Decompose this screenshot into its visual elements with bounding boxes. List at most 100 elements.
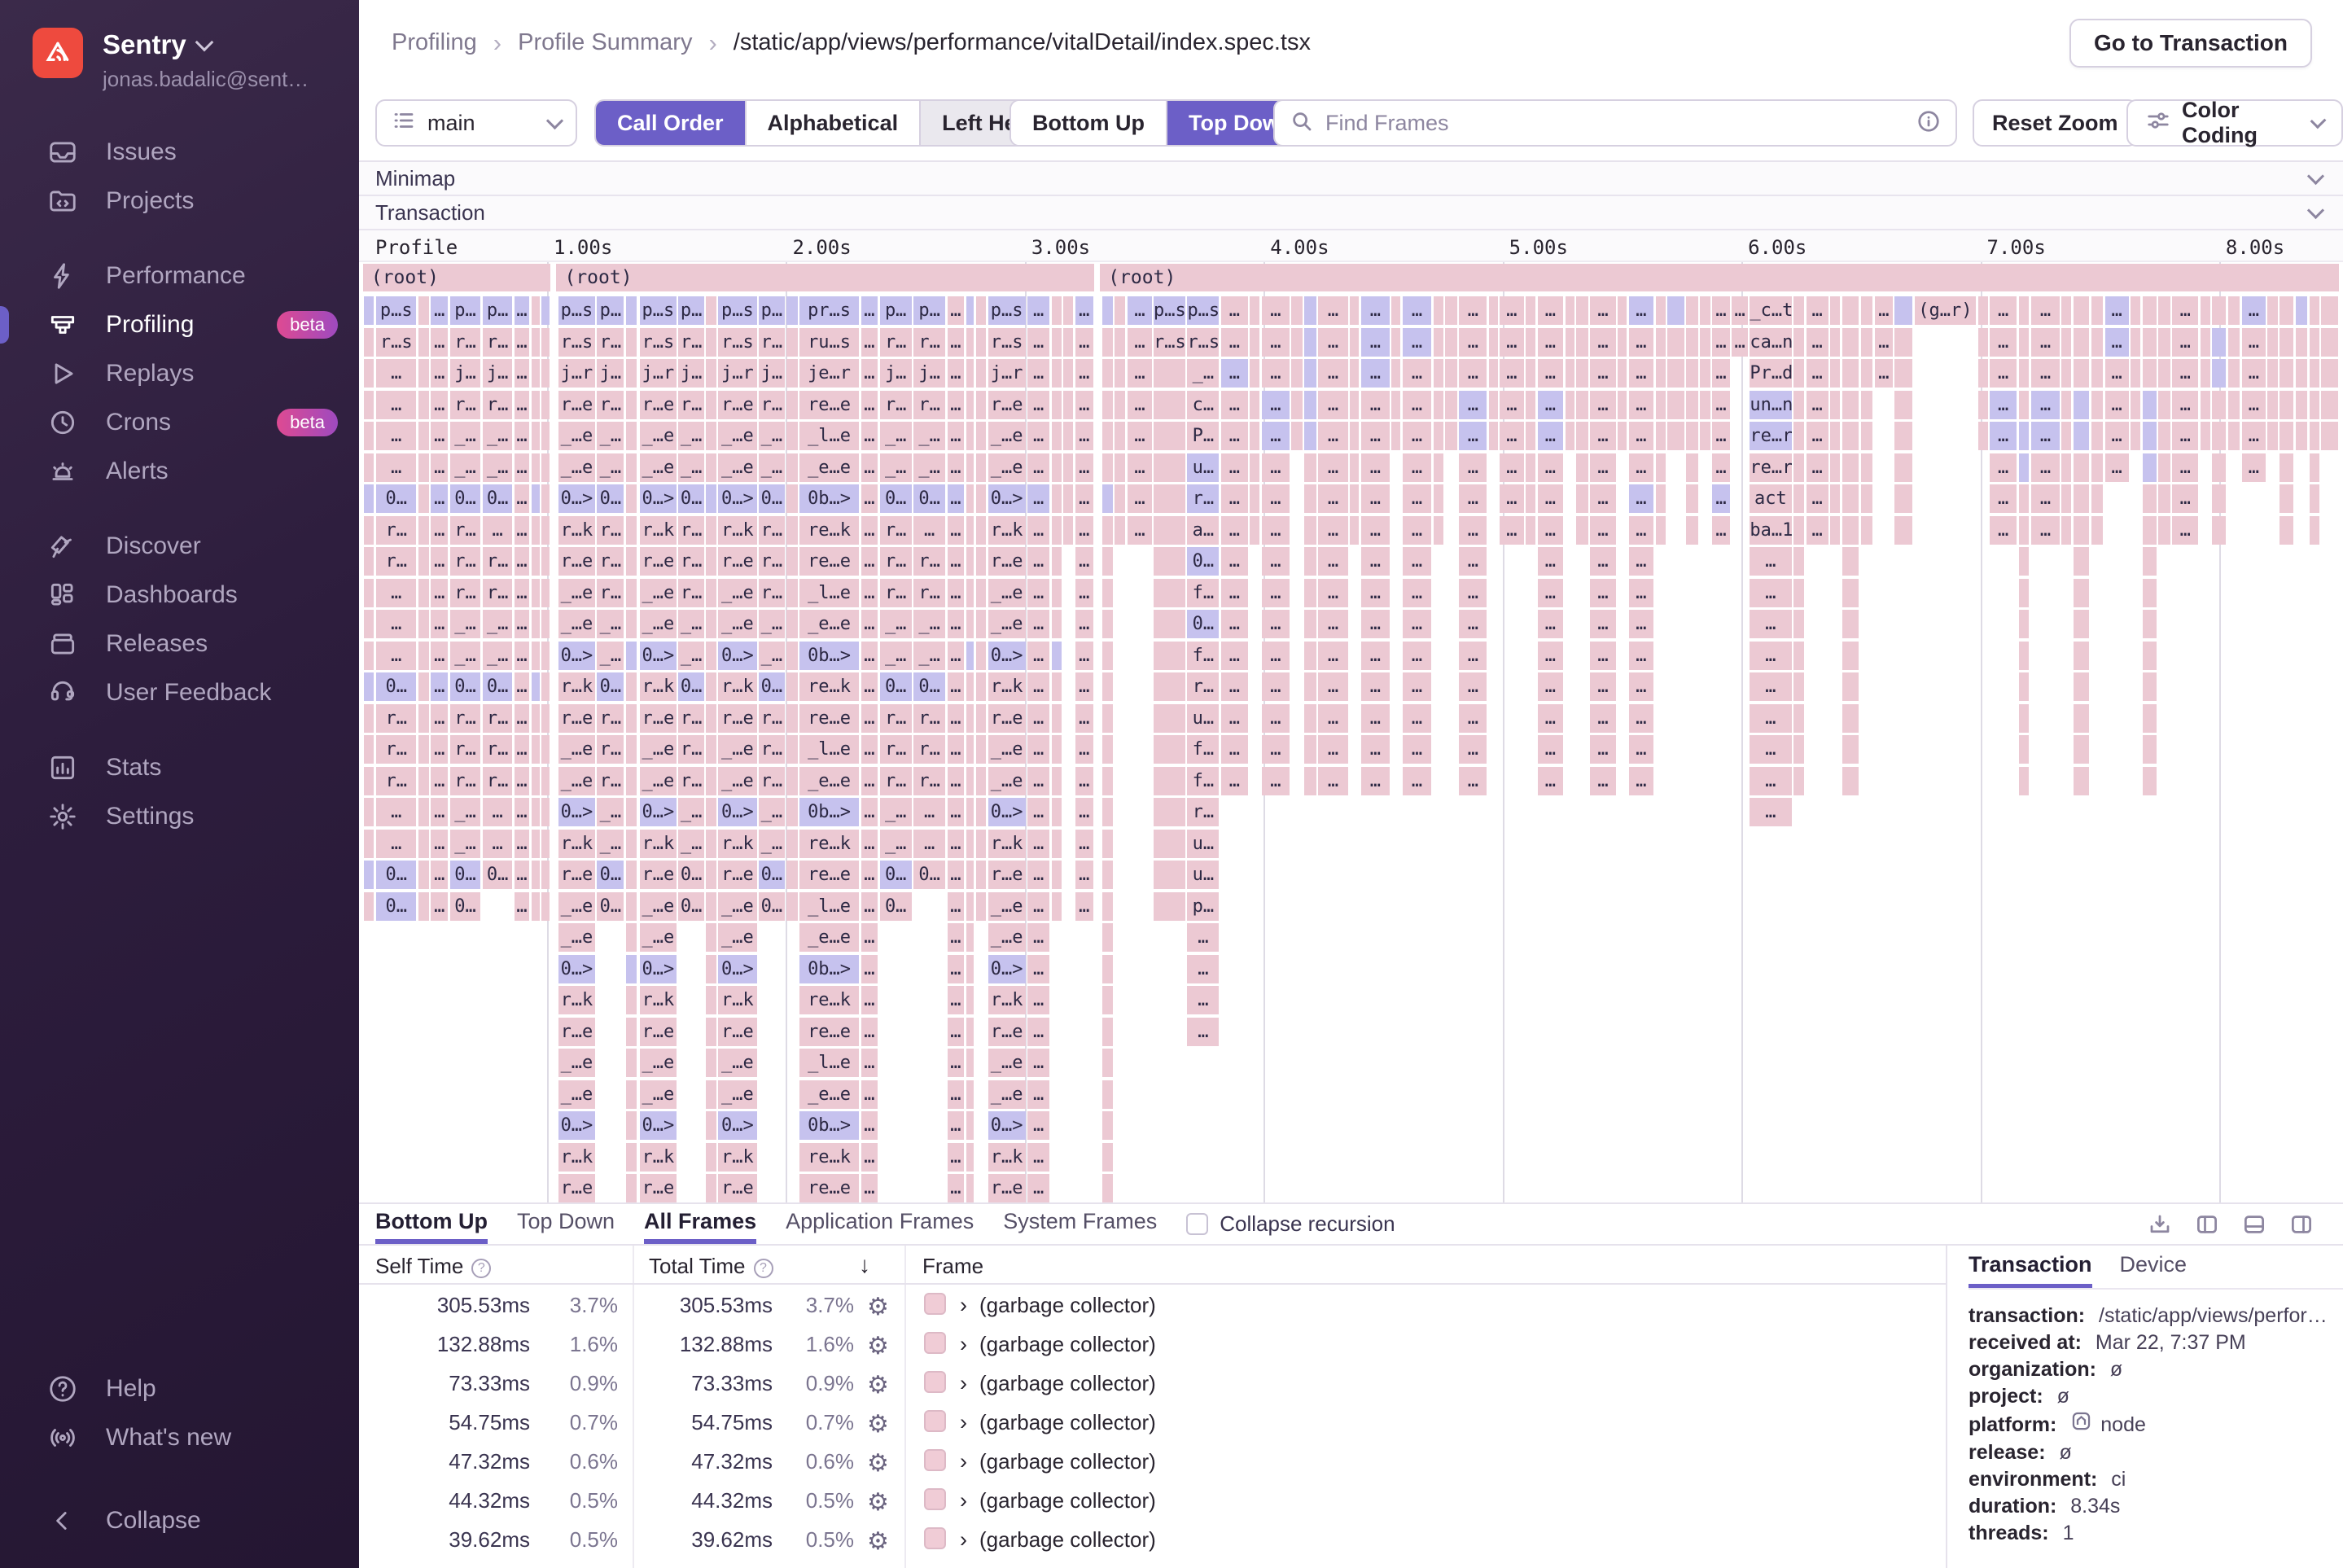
frame-header[interactable]: Frame [922, 1254, 983, 1279]
flame-frame[interactable]: _… [597, 453, 624, 482]
flame-frame[interactable]: r…k [718, 672, 757, 701]
flame-frame[interactable] [706, 861, 716, 889]
flame-frame[interactable]: _l…e [799, 892, 859, 921]
flame-frame[interactable]: … [431, 547, 448, 576]
flame-frame[interactable]: re…e [799, 1018, 859, 1046]
flame-frame[interactable] [706, 767, 716, 795]
flame-frame[interactable]: … [515, 704, 529, 733]
flame-frame[interactable]: … [861, 861, 878, 889]
flame-frame[interactable] [1489, 422, 1498, 450]
flame-frame[interactable]: j…r [558, 359, 595, 388]
flame-frame[interactable]: _…e [718, 767, 757, 795]
flame-frame[interactable] [1250, 484, 1259, 513]
flame-frame[interactable] [2212, 484, 2226, 513]
flame-frame[interactable] [966, 1174, 974, 1202]
flame-frame[interactable] [1102, 547, 1113, 576]
flame-frame[interactable]: … [515, 861, 529, 889]
flame-frame[interactable] [1115, 296, 1124, 325]
segment-alphabetical[interactable]: Alphabetical [745, 101, 920, 145]
flame-frame[interactable] [2267, 391, 2277, 419]
flame-frame[interactable]: r…e [718, 547, 757, 576]
flame-frame[interactable]: … [1590, 391, 1616, 419]
flame-frame[interactable] [2228, 391, 2240, 419]
thread-select[interactable]: main [375, 99, 577, 147]
flame-frame[interactable]: … [1221, 767, 1248, 795]
flame-frame[interactable]: … [1075, 422, 1093, 450]
sentry-logo-icon[interactable] [33, 28, 83, 78]
flame-frame[interactable] [532, 453, 540, 482]
flame-frame[interactable] [2158, 422, 2170, 450]
flame-frame[interactable] [2143, 610, 2157, 638]
flame-frame[interactable]: _… [597, 830, 624, 858]
flame-frame[interactable]: p…s [558, 296, 595, 325]
flame-frame[interactable] [2310, 516, 2319, 545]
frame-settings-gear-icon[interactable]: ⚙ [867, 1527, 889, 1556]
flame-frame[interactable]: … [948, 1111, 965, 1140]
flame-frame[interactable]: r…e [640, 861, 677, 889]
flame-frame[interactable] [626, 359, 637, 388]
flame-frame[interactable]: … [431, 579, 448, 607]
flame-frame[interactable] [1102, 391, 1113, 419]
flame-frame[interactable]: j… [913, 359, 945, 388]
flame-frame[interactable] [1304, 642, 1316, 670]
flame-frame[interactable] [1052, 892, 1062, 921]
flame-frame[interactable] [1350, 516, 1359, 545]
flame-frame[interactable]: … [1075, 861, 1093, 889]
flame-frame[interactable]: r… [450, 704, 481, 733]
flame-frame[interactable]: p…s [1154, 296, 1185, 325]
flame-frame[interactable]: … [1262, 704, 1290, 733]
flame-frame[interactable] [626, 547, 637, 576]
flame-frame[interactable] [1566, 328, 1574, 357]
flame-frame[interactable]: r… [376, 704, 416, 733]
flame-frame[interactable]: … [1403, 516, 1431, 545]
flame-frame[interactable] [1304, 391, 1316, 419]
flame-frame[interactable]: … [483, 516, 513, 545]
flame-frame[interactable]: … [431, 767, 448, 795]
flame-frame[interactable]: … [1990, 422, 2017, 450]
flame-frame[interactable]: … [861, 1080, 878, 1109]
flame-frame[interactable]: p… [483, 296, 513, 325]
flame-frame[interactable]: r… [483, 328, 513, 357]
flame-frame[interactable]: … [1807, 391, 1828, 419]
flame-frame[interactable] [1793, 767, 1804, 795]
layout-bottom-panel-icon[interactable] [2242, 1212, 2266, 1237]
flame-frame[interactable]: … [1221, 328, 1248, 357]
flame-frame[interactable]: … [861, 296, 878, 325]
org-switcher[interactable]: Sentry [103, 29, 309, 60]
flame-frame[interactable] [364, 391, 374, 419]
flame-frame[interactable]: r… [678, 391, 704, 419]
flame-frame[interactable] [626, 642, 637, 670]
tab-application-frames[interactable]: Application Frames [786, 1204, 974, 1244]
table-row[interactable]: 305.53ms3.7%305.53ms3.7%⚙›(garbage colle… [359, 1285, 1946, 1324]
flame-frame[interactable] [1861, 484, 1873, 513]
flame-frame[interactable] [976, 453, 986, 482]
flame-frame[interactable]: _…e [558, 735, 595, 764]
flame-frame[interactable]: … [1807, 359, 1828, 388]
flame-frame[interactable] [976, 328, 986, 357]
flame-frame[interactable]: 0… [483, 861, 513, 889]
flame-frame[interactable]: … [1027, 1174, 1049, 1202]
flame-frame[interactable]: … [1075, 610, 1093, 638]
flame-frame[interactable]: 0…> [988, 1111, 1026, 1140]
flame-frame[interactable]: … [1361, 642, 1390, 670]
flame-frame[interactable] [2061, 453, 2071, 482]
flame-frame[interactable] [1102, 1174, 1113, 1202]
flame-frame[interactable]: … [1629, 579, 1653, 607]
flame-frame[interactable]: … [948, 704, 965, 733]
segment-bottom-up[interactable]: Bottom Up [1011, 101, 1166, 145]
flame-frame[interactable] [966, 1080, 974, 1109]
flame-frame[interactable] [2143, 767, 2157, 795]
flame-frame[interactable]: … [1361, 672, 1390, 701]
flame-frame[interactable] [1894, 484, 1912, 513]
flame-frame[interactable]: … [1750, 610, 1791, 638]
flame-frame[interactable] [2074, 767, 2089, 795]
flame-frame[interactable]: 0… [759, 484, 785, 513]
flame-frame[interactable]: … [1459, 296, 1487, 325]
flame-frame[interactable]: … [376, 610, 416, 638]
flame-frame[interactable] [1445, 328, 1457, 357]
flame-frame[interactable]: 0…> [558, 955, 595, 983]
flame-frame[interactable]: 0… [450, 861, 481, 889]
flame-frame[interactable]: … [861, 923, 878, 952]
flame-frame[interactable] [541, 359, 550, 388]
go-to-transaction-button[interactable]: Go to Transaction [2069, 19, 2312, 68]
